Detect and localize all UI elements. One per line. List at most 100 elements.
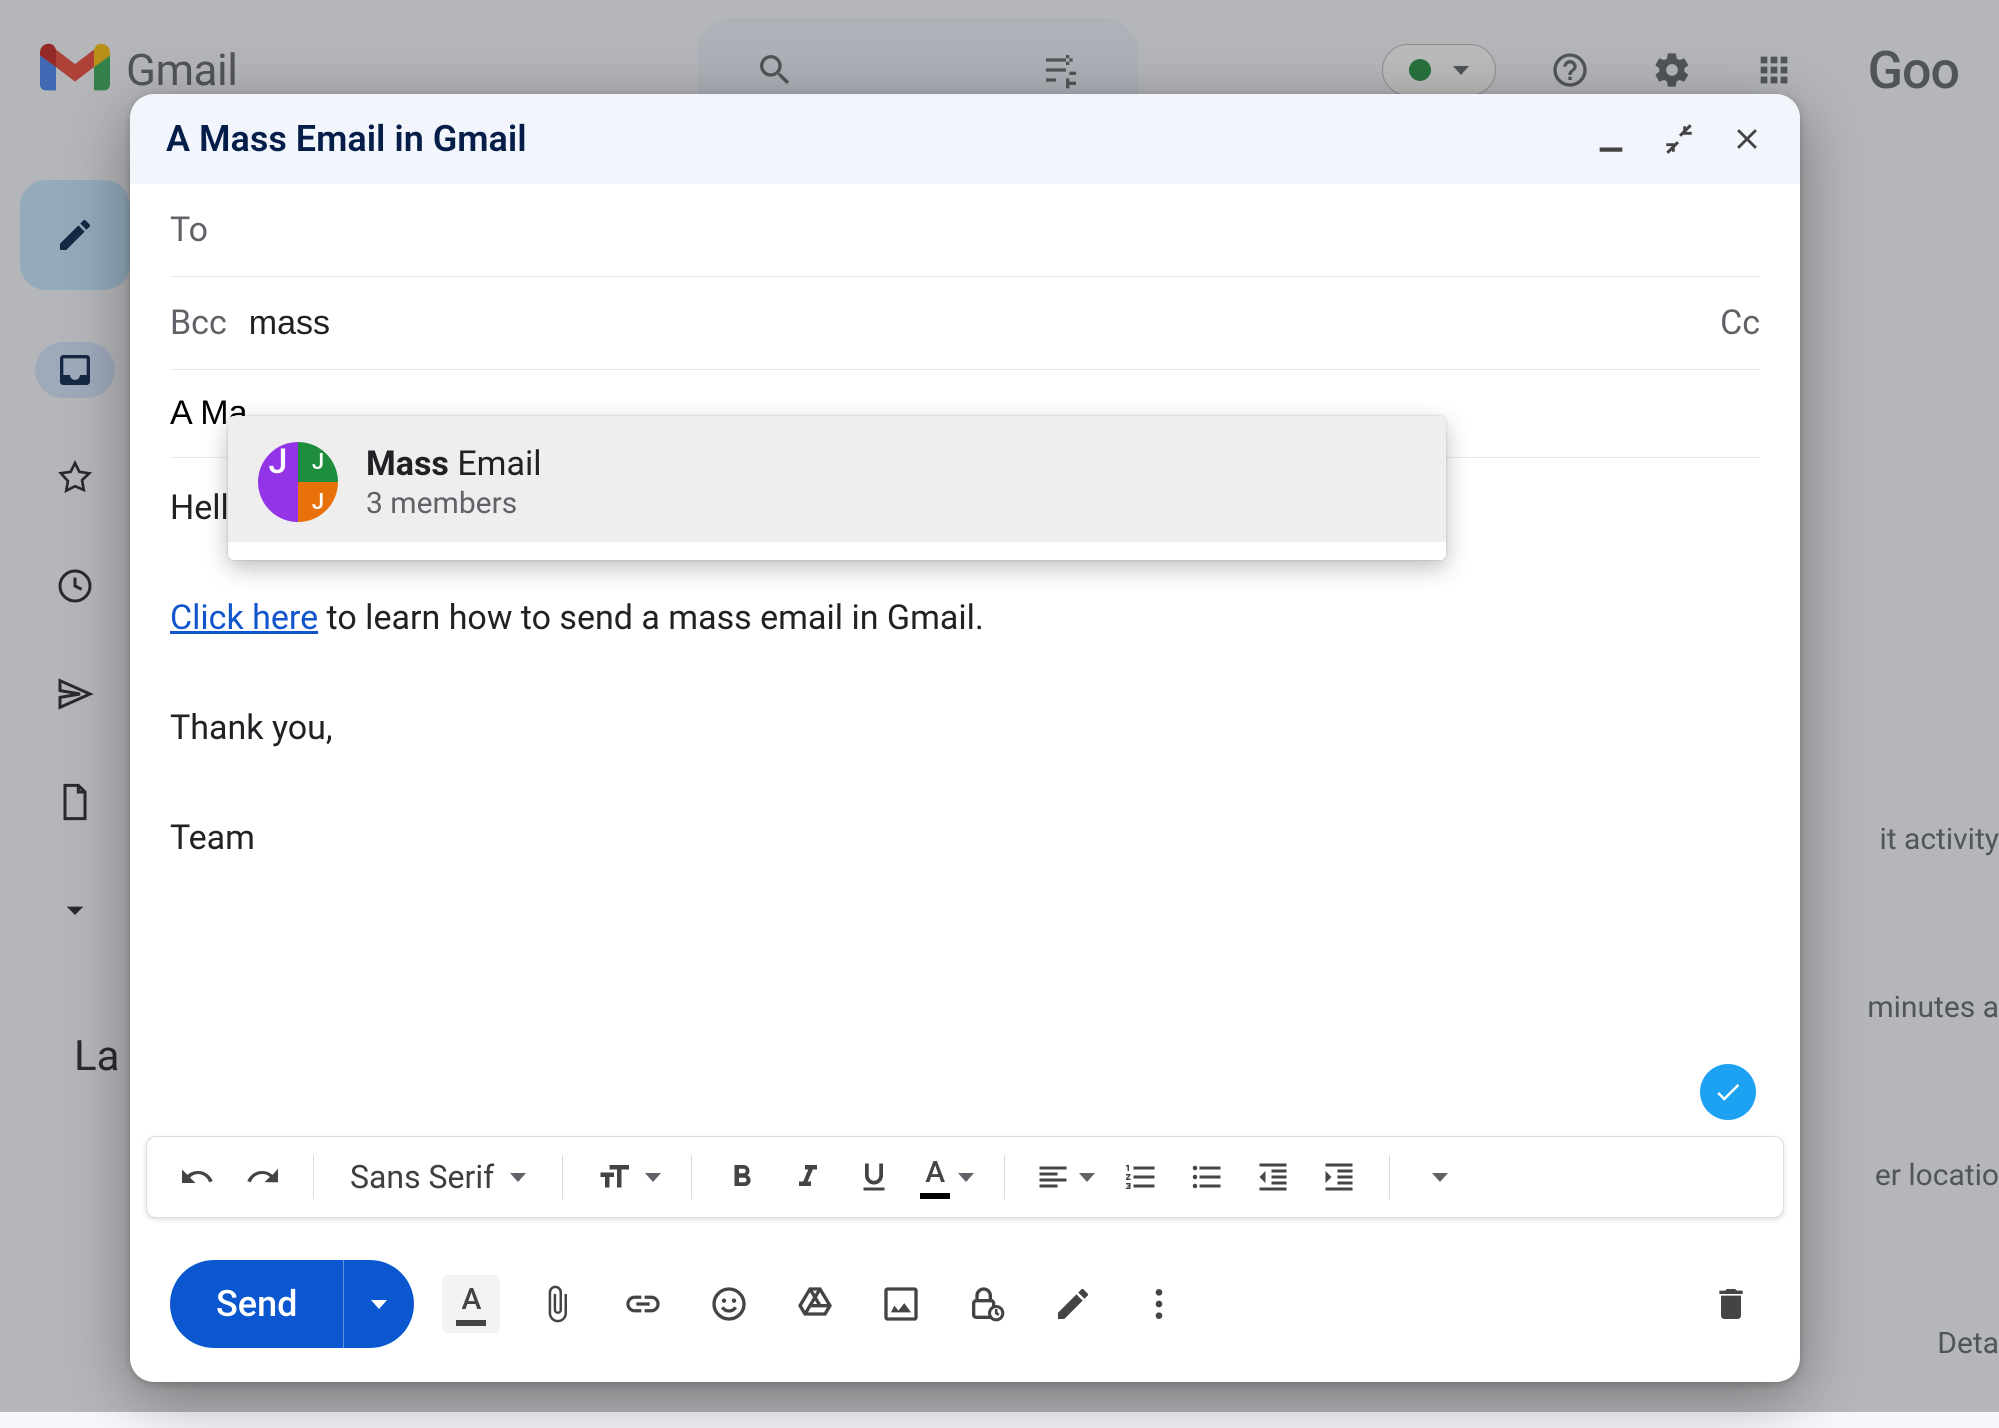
numbered-list-button[interactable]: [1113, 1149, 1169, 1205]
left-nav: [0, 150, 150, 938]
status-chip[interactable]: [1382, 44, 1496, 96]
chevron-down-icon: [55, 890, 95, 930]
gmail-m-icon: [40, 43, 110, 97]
contact-suggestion-item[interactable]: J J J Mass Email 3 members: [228, 416, 1446, 542]
cc-toggle[interactable]: Cc: [1720, 303, 1760, 343]
bcc-field-row[interactable]: Bcc Cc: [170, 277, 1760, 370]
more-vert-icon: [1139, 1284, 1179, 1324]
align-button[interactable]: [1027, 1149, 1103, 1205]
italic-button[interactable]: [780, 1149, 836, 1205]
chevron-down-icon: [645, 1173, 661, 1182]
status-dot-icon: [1409, 59, 1431, 81]
insert-signature-button[interactable]: [1044, 1275, 1102, 1333]
minimize-icon[interactable]: [1594, 122, 1628, 156]
bcc-label: Bcc: [170, 303, 227, 343]
bold-button[interactable]: [714, 1149, 770, 1205]
link-icon: [623, 1284, 663, 1324]
image-icon: [881, 1284, 921, 1324]
nav-starred[interactable]: [35, 450, 115, 506]
nav-snoozed[interactable]: [35, 558, 115, 614]
insert-emoji-button[interactable]: [700, 1275, 758, 1333]
chevron-down-icon: [958, 1173, 974, 1182]
pencil-icon: [55, 215, 95, 255]
suggestion-subtitle: 3 members: [366, 486, 542, 521]
suggestion-footer: [228, 542, 1446, 560]
format-toolbar: Sans Serif A: [146, 1136, 1784, 1218]
body-link[interactable]: Click here: [170, 598, 318, 638]
chevron-down-icon: [1432, 1173, 1448, 1182]
grammar-check-badge[interactable]: [1700, 1064, 1756, 1120]
trash-icon: [1711, 1284, 1751, 1324]
send-icon: [55, 674, 95, 714]
fullscreen-exit-icon[interactable]: [1662, 122, 1696, 156]
insert-drive-button[interactable]: [786, 1275, 844, 1333]
insert-link-button[interactable]: [614, 1275, 672, 1333]
to-input[interactable]: [230, 211, 1760, 250]
tune-icon[interactable]: [1033, 42, 1089, 98]
nav-more[interactable]: [35, 882, 115, 938]
undo-button[interactable]: [169, 1149, 225, 1205]
bg-label-truncated: La: [74, 1032, 119, 1081]
lock-clock-icon: [967, 1284, 1007, 1324]
settings-gear-icon[interactable]: [1644, 42, 1700, 98]
gmail-wordmark: Gmail: [126, 44, 237, 96]
star-icon: [55, 458, 95, 498]
to-label: To: [170, 210, 208, 250]
search-icon[interactable]: [747, 42, 803, 98]
redo-button[interactable]: [235, 1149, 291, 1205]
font-family-picker[interactable]: Sans Serif: [336, 1158, 540, 1196]
attach-file-button[interactable]: [528, 1275, 586, 1333]
send-button-group: Send: [170, 1260, 414, 1348]
bg-activity-text: it activity minutes a er locatio Deta: [1867, 700, 1999, 1428]
indent-more-button[interactable]: [1311, 1149, 1367, 1205]
drive-icon: [795, 1284, 835, 1324]
smile-icon: [709, 1284, 749, 1324]
gmail-logo: Gmail: [40, 43, 237, 97]
compose-window: A Mass Email in Gmail To Bcc Cc H: [130, 94, 1800, 1382]
more-formatting-button[interactable]: [1412, 1149, 1468, 1205]
close-icon[interactable]: [1730, 122, 1764, 156]
insert-photo-button[interactable]: [872, 1275, 930, 1333]
bcc-input[interactable]: [249, 304, 1698, 343]
indent-less-button[interactable]: [1245, 1149, 1301, 1205]
nav-inbox[interactable]: [35, 342, 115, 398]
account-text-truncated: Goo: [1868, 40, 1959, 101]
send-options-button[interactable]: [344, 1260, 414, 1348]
compose-header: A Mass Email in Gmail: [130, 94, 1800, 184]
underline-button[interactable]: [846, 1149, 902, 1205]
send-button[interactable]: Send: [170, 1260, 343, 1348]
inbox-icon: [55, 350, 95, 390]
confidential-mode-button[interactable]: [958, 1275, 1016, 1333]
chevron-down-icon: [510, 1173, 526, 1182]
nav-drafts[interactable]: [35, 774, 115, 830]
apps-grid-icon[interactable]: [1746, 42, 1802, 98]
body-link-followup: to learn how to send a mass email in Gma…: [318, 598, 984, 638]
contact-suggestion-dropdown: J J J Mass Email 3 members: [228, 416, 1446, 560]
discard-draft-button[interactable]: [1702, 1275, 1760, 1333]
to-field-row[interactable]: To: [170, 184, 1760, 277]
formatting-toggle-button[interactable]: A: [442, 1275, 500, 1333]
more-options-button[interactable]: [1130, 1275, 1188, 1333]
chevron-down-icon: [1453, 66, 1469, 75]
clock-icon: [55, 566, 95, 606]
checkmark-icon: [1713, 1077, 1743, 1107]
body-closing: Thank you,: [170, 708, 333, 748]
paperclip-icon: [537, 1284, 577, 1324]
text-color-button[interactable]: A: [912, 1149, 982, 1205]
file-icon: [55, 782, 95, 822]
compose-button[interactable]: [20, 180, 130, 290]
topbar-right-controls: Goo: [1382, 40, 1959, 101]
suggestion-text: Mass Email 3 members: [366, 444, 542, 521]
pen-icon: [1053, 1284, 1093, 1324]
chevron-down-icon: [371, 1300, 387, 1309]
chevron-down-icon: [1079, 1173, 1095, 1182]
help-icon[interactable]: [1542, 42, 1598, 98]
font-size-picker[interactable]: [585, 1149, 669, 1205]
bulleted-list-button[interactable]: [1179, 1149, 1235, 1205]
compose-body: To Bcc Cc Hello Click here to learn how …: [130, 184, 1800, 1136]
compose-title: A Mass Email in Gmail: [166, 118, 527, 160]
nav-sent[interactable]: [35, 666, 115, 722]
group-avatar-icon: J J J: [258, 442, 338, 522]
compose-bottom-bar: Send A: [130, 1236, 1800, 1382]
body-signature: Team: [170, 818, 255, 858]
